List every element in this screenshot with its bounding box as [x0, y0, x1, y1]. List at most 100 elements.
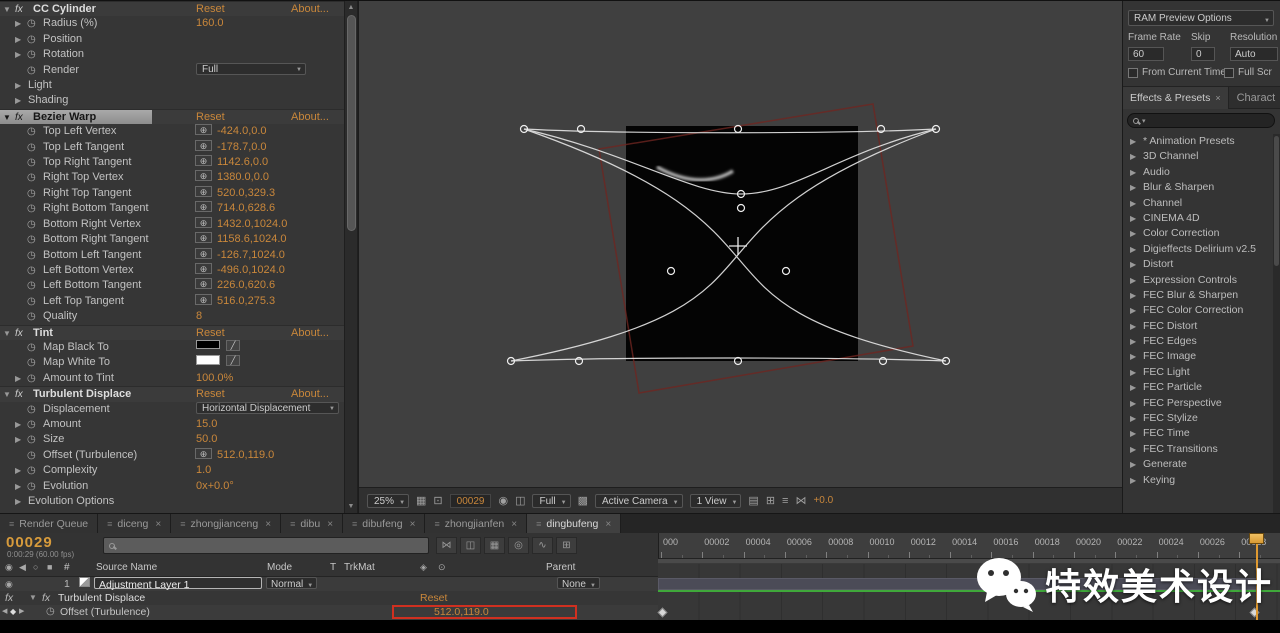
- stopwatch-icon[interactable]: ◷: [27, 232, 36, 247]
- effect-param-bottom-left-tangent[interactable]: ◷ Bottom Left Tangent ⊕ -126.7,1024.0: [0, 247, 344, 263]
- lock-column-icon[interactable]: ■: [47, 559, 52, 576]
- pixel-aspect-icon[interactable]: ▤: [748, 494, 758, 507]
- stopwatch-icon[interactable]: ◷: [27, 371, 36, 386]
- twirl-icon[interactable]: ▶: [15, 78, 21, 93]
- stopwatch-icon[interactable]: ◷: [27, 355, 36, 370]
- twirl-icon[interactable]: ▶: [1130, 226, 1136, 241]
- effect-param-left-bottom-vertex[interactable]: ◷ Left Bottom Vertex ⊕ -496.0,1024.0: [0, 262, 344, 278]
- twirl-icon[interactable]: ▶: [15, 463, 21, 478]
- effect-param-evolution-options[interactable]: ▶ Evolution Options: [0, 494, 344, 509]
- effect-row[interactable]: fx ▼ fx Turbulent Displace Reset: [0, 591, 658, 605]
- effect-header-cc-cylinder[interactable]: ▼ fx CC Cylinder Reset About...: [0, 1, 344, 17]
- about-link[interactable]: About...: [291, 326, 329, 341]
- effect-param-map-black-to[interactable]: ◷ Map Black To ╱: [0, 339, 344, 355]
- param-value[interactable]: 714.0,628.6: [217, 201, 275, 216]
- safe-zones-icon[interactable]: ▦: [416, 494, 426, 507]
- draft-3d-icon[interactable]: ◫: [460, 537, 481, 554]
- preset-category-digieffects-delirium-v2-5[interactable]: ▶ Digieffects Delirium v2.5: [1123, 242, 1273, 257]
- effect-param-top-left-tangent[interactable]: ◷ Top Left Tangent ⊕ -178.7,0.0: [0, 139, 344, 155]
- crosshair-button[interactable]: ⊕: [195, 201, 212, 213]
- preset-category-fec-color-correction[interactable]: ▶ FEC Color Correction: [1123, 303, 1273, 318]
- twirl-icon[interactable]: ▼: [3, 326, 11, 341]
- timeline-tab-dibufeng[interactable]: ≡ dibufeng ×: [343, 514, 426, 534]
- about-link[interactable]: About...: [291, 110, 329, 125]
- twirl-icon[interactable]: ▶: [15, 432, 21, 447]
- scroll-down-icon[interactable]: ▼: [345, 500, 357, 513]
- twirl-icon[interactable]: ▶: [15, 417, 21, 432]
- source-name-column-header[interactable]: Source Name: [96, 559, 157, 576]
- resolution-field[interactable]: Auto: [1230, 47, 1278, 61]
- crosshair-button[interactable]: ⊕: [195, 278, 212, 290]
- show-snapshot-icon[interactable]: ◫: [515, 494, 525, 507]
- param-value[interactable]: 1380.0,0.0: [217, 170, 269, 185]
- preset-category-cinema-4d[interactable]: ▶ CINEMA 4D: [1123, 211, 1273, 226]
- effect-param-offset-turbulence[interactable]: ◷ Offset (Turbulence) ⊕ 512.0,119.0: [0, 447, 344, 463]
- stopwatch-icon[interactable]: ◷: [27, 448, 36, 463]
- exposure-value[interactable]: +0.0: [813, 495, 833, 506]
- twirl-icon[interactable]: ▶: [1130, 180, 1136, 195]
- preset-category-blur-sharpen[interactable]: ▶ Blur & Sharpen: [1123, 180, 1273, 195]
- stopwatch-icon[interactable]: ◷: [27, 340, 36, 355]
- preset-category-expression-controls[interactable]: ▶ Expression Controls: [1123, 273, 1273, 288]
- current-frame-field[interactable]: 00029: [449, 493, 492, 508]
- close-icon[interactable]: ×: [1215, 93, 1220, 103]
- twirl-icon[interactable]: ▶: [1130, 426, 1136, 441]
- camera-dropdown[interactable]: Active Camera: [595, 493, 683, 510]
- twirl-icon[interactable]: ▶: [1130, 303, 1136, 318]
- twirl-icon[interactable]: ▶: [1130, 334, 1136, 349]
- param-value[interactable]: -424.0,0.0: [217, 124, 267, 139]
- magnification-dropdown[interactable]: 25%: [367, 493, 410, 510]
- fast-previews-icon[interactable]: ⊞: [766, 494, 775, 507]
- preset-category-fec-transitions[interactable]: ▶ FEC Transitions: [1123, 442, 1273, 457]
- hide-shy-layers-icon[interactable]: ▦: [484, 537, 505, 554]
- twirl-icon[interactable]: ▶: [1130, 365, 1136, 380]
- fx-badge[interactable]: fx: [15, 2, 23, 17]
- twirl-icon[interactable]: ▶: [15, 479, 21, 494]
- preset-category-keying[interactable]: ▶ Keying: [1123, 473, 1273, 488]
- next-keyframe-icon[interactable]: ▶: [19, 605, 24, 619]
- eye-icon[interactable]: ◉: [5, 577, 13, 591]
- trkmat-column-header[interactable]: TrkMat: [344, 559, 375, 576]
- twirl-icon[interactable]: ▶: [1130, 380, 1136, 395]
- snapshot-icon[interactable]: ◉: [498, 494, 508, 507]
- param-value[interactable]: 226.0,620.6: [217, 278, 275, 293]
- effect-param-light[interactable]: ▶ Light: [0, 78, 344, 93]
- full-screen-checkbox[interactable]: [1224, 68, 1234, 78]
- current-time-indicator-handle[interactable]: [1249, 533, 1264, 544]
- twirl-icon[interactable]: ▶: [15, 32, 21, 47]
- reset-link[interactable]: Reset: [196, 326, 225, 341]
- flowchart-icon[interactable]: ⋈: [795, 494, 806, 507]
- close-icon[interactable]: ×: [605, 515, 611, 534]
- crosshair-button[interactable]: ⊕: [195, 170, 212, 182]
- frame-blending-icon[interactable]: ◎: [508, 537, 529, 554]
- twirl-icon[interactable]: ▶: [1130, 242, 1136, 257]
- comp-frame[interactable]: [626, 126, 858, 361]
- skip-field[interactable]: 0: [1191, 47, 1215, 61]
- param-value[interactable]: 160.0: [196, 16, 224, 31]
- effect-param-evolution[interactable]: ▶ ◷ Evolution 0x+0.0°: [0, 479, 344, 494]
- motion-blur-icon[interactable]: ∿: [532, 537, 553, 554]
- stopwatch-icon[interactable]: ◷: [27, 63, 36, 78]
- twirl-icon[interactable]: ▶: [1130, 411, 1136, 426]
- preset-category-fec-blur-sharpen[interactable]: ▶ FEC Blur & Sharpen: [1123, 288, 1273, 303]
- stopwatch-icon[interactable]: ◷: [27, 186, 36, 201]
- effect-controls-scrollbar[interactable]: ▲ ▼: [344, 1, 358, 513]
- timeline-tab-zhongjianceng[interactable]: ≡ zhongjianceng ×: [171, 514, 282, 534]
- timeline-tab-render-queue[interactable]: ≡ Render Queue: [0, 514, 99, 534]
- effect-param-top-left-vertex[interactable]: ◷ Top Left Vertex ⊕ -424.0,0.0: [0, 124, 344, 139]
- effect-param-right-top-vertex[interactable]: ◷ Right Top Vertex ⊕ 1380.0,0.0: [0, 170, 344, 185]
- effect-param-displacement[interactable]: ◷ Displacement Horizontal Displacement ▼: [0, 401, 344, 417]
- effect-param-complexity[interactable]: ▶ ◷ Complexity 1.0: [0, 463, 344, 478]
- param-value[interactable]: 516.0,275.3: [217, 294, 275, 309]
- param-value[interactable]: 520.0,329.3: [217, 186, 275, 201]
- effect-param-shading[interactable]: ▶ Shading: [0, 93, 344, 108]
- stopwatch-icon[interactable]: ◷: [27, 479, 36, 494]
- timeline-tab-dibu[interactable]: ≡ dibu ×: [281, 514, 344, 534]
- stopwatch-icon[interactable]: ◷: [27, 294, 36, 309]
- fx-badge[interactable]: fx: [15, 387, 23, 402]
- twirl-icon[interactable]: ▶: [1130, 211, 1136, 226]
- presets-search-input[interactable]: ▾: [1127, 113, 1275, 128]
- stopwatch-icon[interactable]: ◷: [27, 32, 36, 47]
- composition-canvas[interactable]: [359, 1, 1123, 487]
- effect-param-right-top-tangent[interactable]: ◷ Right Top Tangent ⊕ 520.0,329.3: [0, 185, 344, 201]
